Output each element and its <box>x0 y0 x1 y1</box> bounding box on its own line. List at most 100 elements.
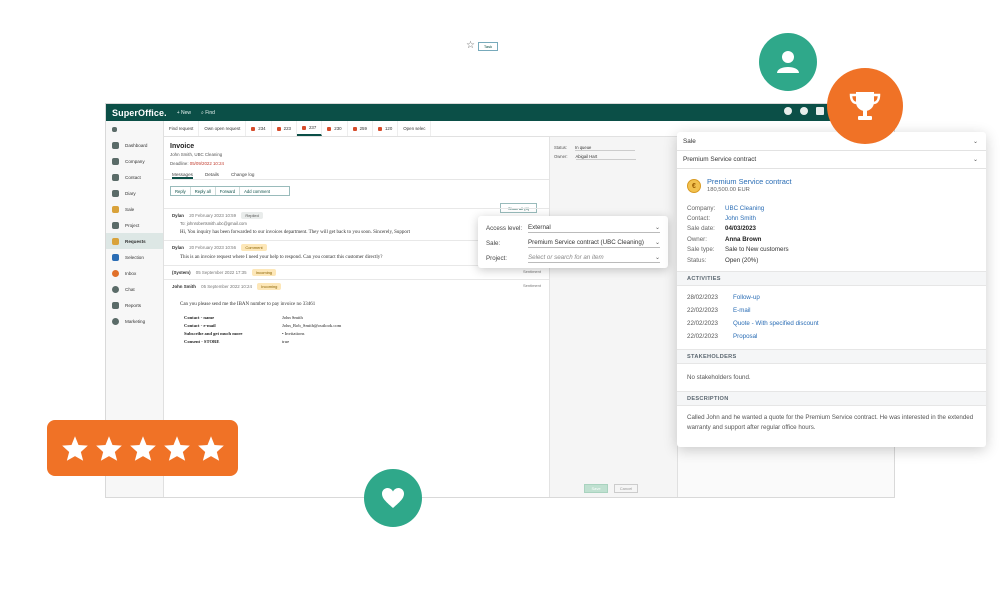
status-field[interactable]: Status: In queue <box>550 143 677 152</box>
tab-details[interactable]: Details <box>205 172 219 179</box>
company-link[interactable]: UBC Cleaning <box>725 205 764 212</box>
entity-item-select[interactable]: Premium Service contract ⌄ <box>677 151 986 169</box>
sidebar-item-selection[interactable]: Selection <box>106 249 163 265</box>
field-row: Contact: John Smith <box>687 213 976 223</box>
tab-open-selection[interactable]: Open selec <box>398 121 432 136</box>
sidebar-item-chat[interactable]: Chat <box>106 281 163 297</box>
field-value[interactable]: Abigail Hart <box>575 154 636 160</box>
activity-link[interactable]: Quote - With specified discount <box>733 320 819 327</box>
collapse-icon[interactable] <box>112 126 117 132</box>
tab-request-237[interactable]: 237 <box>296 121 323 136</box>
owner-field[interactable]: Owner: Abigail Hart <box>550 152 677 161</box>
bell-icon[interactable] <box>784 107 792 115</box>
sidebar-item-project[interactable]: Project <box>106 217 163 233</box>
cancel-button[interactable]: Cancel <box>614 484 638 493</box>
list-item[interactable]: 22/02/2023 Proposal <box>687 330 976 343</box>
diary-icon <box>112 189 119 197</box>
tab-label: 234 <box>258 126 266 131</box>
tab-request-234[interactable]: 234 <box>246 121 272 136</box>
sale-label: Sale: <box>486 240 501 247</box>
table-cell: Contact - name <box>184 315 215 321</box>
field-label: Contact: <box>687 215 711 223</box>
tab-label: 237 <box>308 125 317 130</box>
chevron-down-icon: ⌄ <box>654 240 660 246</box>
tab-request-223[interactable]: 223 <box>272 121 297 136</box>
sale-title-link[interactable]: Premium Service contract <box>707 177 792 186</box>
message-actions: Reply Reply all Forward Add comment <box>170 186 290 196</box>
avatar[interactable] <box>800 107 808 115</box>
sidebar-item-company[interactable]: Company <box>106 153 163 169</box>
field-label: Owner: <box>554 154 568 159</box>
stakeholders-header: STAKEHOLDERS <box>677 349 986 365</box>
table-cell: Subscribe and get much more <box>184 330 243 336</box>
chevron-down-icon: ⌄ <box>972 157 978 163</box>
marketing-icon <box>112 317 119 325</box>
tab-label: 230 <box>334 126 342 131</box>
selection-icon <box>112 253 119 261</box>
star-icon <box>95 435 122 461</box>
sidebar-item-label: Inbox <box>125 270 137 276</box>
sale-header: € Premium Service contract 180,500.00 EU… <box>677 169 986 193</box>
field-value: Open (20%) <box>725 256 759 264</box>
sentiment-label: Sentiment <box>522 269 541 274</box>
entity-type-select[interactable]: Sale ⌄ <box>677 132 986 151</box>
task-button[interactable]: Task <box>478 42 498 51</box>
list-item[interactable]: 28/02/2023 Follow-up <box>687 291 976 304</box>
forward-button[interactable]: Forward <box>216 187 241 195</box>
activity-link[interactable]: E-mail <box>733 307 751 314</box>
sidebar-item-requests[interactable]: Requests <box>106 233 163 249</box>
activity-date: 22/02/2023 <box>687 320 718 328</box>
sidebar-item-dashboard[interactable]: Dashboard <box>106 137 163 153</box>
tab-request-120[interactable]: 120 <box>373 121 399 136</box>
message-date: 05 September 2022 17:35 <box>195 270 247 275</box>
sale-card: Sale ⌄ Premium Service contract ⌄ € Premiu… <box>677 132 986 447</box>
tab-request-230[interactable]: 230 <box>322 121 348 136</box>
sidebar-item-contact[interactable]: Contact <box>106 169 163 185</box>
tab-messages[interactable]: Messages <box>172 172 193 179</box>
contact-link[interactable]: John Smith <box>725 215 756 222</box>
sidebar-item-inbox[interactable]: Inbox <box>106 265 163 281</box>
list-item[interactable]: 22/02/2023 Quote - With specified discoun… <box>687 317 976 330</box>
entity-type-value: Sale <box>683 137 696 145</box>
star-icon[interactable]: ☆ <box>466 40 475 51</box>
activity-link[interactable]: Follow-up <box>733 294 760 301</box>
sidebar-item-sale[interactable]: Sale <box>106 201 163 217</box>
star-icon <box>61 435 88 461</box>
project-select[interactable]: Select or search for an item ⌄ <box>528 254 660 263</box>
sale-select[interactable]: Premium Service contract (UBC Cleaning) ⌄ <box>528 239 660 248</box>
message-author: Dylan <box>172 213 184 218</box>
tab-change-log[interactable]: Change log <box>231 172 255 179</box>
save-button[interactable]: Save <box>584 484 608 493</box>
user-badge <box>759 33 817 91</box>
tab-request-259[interactable]: 259 <box>348 121 373 136</box>
message-item[interactable]: John Smith 05 September 2022 10:24 Incom… <box>164 279 549 349</box>
request-contact[interactable]: John Smith, UBC Cleaning <box>170 152 543 157</box>
reply-button[interactable]: Reply <box>171 187 191 195</box>
tab-own-open-request[interactable]: Own open request <box>199 121 247 136</box>
reply-all-button[interactable]: Reply all <box>191 187 216 195</box>
sidebar-item-marketing[interactable]: Marketing <box>106 313 163 329</box>
list-item[interactable]: 22/02/2023 E-mail <box>687 304 976 317</box>
access-level-select[interactable]: External ⌄ <box>528 224 660 233</box>
sidebar-collapse[interactable] <box>106 121 163 137</box>
access-level-value: External <box>528 224 551 231</box>
chevron-down-icon: ⌄ <box>654 255 660 261</box>
form-data-table: Contact - name John Smith Contact - e-mai… <box>182 313 353 346</box>
description-text: Called John and he wanted a quote for th… <box>687 414 974 432</box>
add-comment-button[interactable]: Add comment <box>240 187 274 195</box>
sidebar-item-diary[interactable]: Diary <box>106 185 163 201</box>
field-label: Status: <box>554 145 568 150</box>
access-level-label: Access level: <box>486 225 523 232</box>
new-button[interactable]: + New <box>177 110 191 116</box>
field-value[interactable]: In queue <box>575 145 636 151</box>
menu-icon[interactable] <box>816 107 824 115</box>
request-icon <box>352 126 357 131</box>
activity-link[interactable]: Proposal <box>733 333 757 340</box>
sidebar-item-label: Contact <box>125 174 141 180</box>
sidebar-item-reports[interactable]: Reports <box>106 297 163 313</box>
message-body: Can you please send me the IBAN number t… <box>180 302 316 307</box>
table-cell: John Smith <box>282 315 303 321</box>
message-author: John Smith <box>172 284 196 289</box>
tab-find-request[interactable]: Find request <box>164 121 200 136</box>
find-button[interactable]: ⌕ Find <box>201 110 215 116</box>
